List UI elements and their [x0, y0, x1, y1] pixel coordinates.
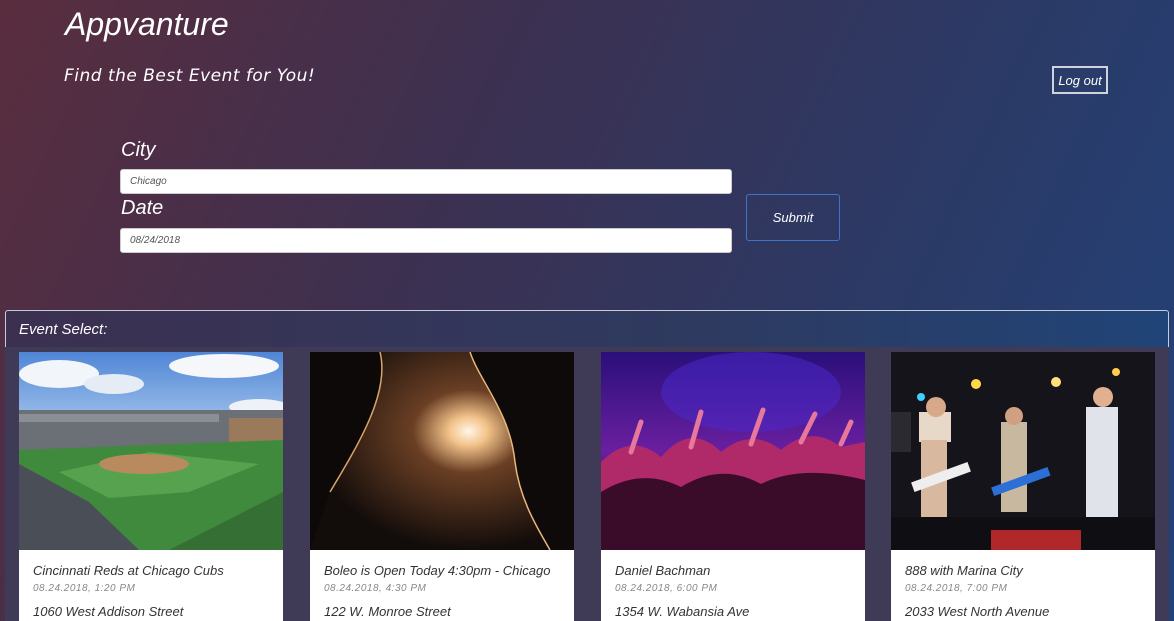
submit-button[interactable]: Submit [746, 194, 840, 241]
event-datetime: 08.24.2018, 4:30 PM [324, 583, 427, 594]
city-input[interactable] [120, 169, 732, 194]
event-datetime: 08.24.2018, 6:00 PM [615, 583, 718, 594]
city-label: City [121, 139, 156, 161]
event-image-baseball-stadium [19, 352, 283, 550]
event-address: 122 W. Monroe Street [324, 604, 451, 619]
event-card[interactable]: 888 with Marina City 08.24.2018, 7:00 PM… [891, 352, 1155, 621]
event-address: 1060 West Addison Street [33, 604, 184, 619]
event-card[interactable]: Cincinnati Reds at Chicago Cubs 08.24.20… [19, 352, 283, 621]
event-title[interactable]: Boleo is Open Today 4:30pm - Chicago [324, 563, 550, 578]
event-card[interactable]: Boleo is Open Today 4:30pm - Chicago 08.… [310, 352, 574, 621]
logout-button[interactable]: Log out [1052, 66, 1108, 94]
tagline: Find the Best Event for You! [64, 66, 316, 86]
event-title[interactable]: 888 with Marina City [905, 563, 1023, 578]
app-title: Appvanture [65, 6, 229, 42]
event-card[interactable]: Daniel Bachman 08.24.2018, 6:00 PM 1354 … [601, 352, 865, 621]
event-title[interactable]: Daniel Bachman [615, 563, 710, 578]
event-select-header: Event Select: [5, 310, 1169, 347]
event-image-backlit-silhouette [310, 352, 574, 550]
event-address: 1354 W. Wabansia Ave [615, 604, 750, 619]
event-image-band-on-stage [891, 352, 1155, 550]
date-label: Date [121, 197, 164, 219]
event-image-concert-crowd [601, 352, 865, 550]
event-select-label: Event Select: [19, 321, 108, 338]
event-datetime: 08.24.2018, 7:00 PM [905, 583, 1008, 594]
event-title[interactable]: Cincinnati Reds at Chicago Cubs [33, 563, 224, 578]
event-datetime: 08.24.2018, 1:20 PM [33, 583, 136, 594]
event-address: 2033 West North Avenue [905, 604, 1050, 619]
date-input[interactable] [120, 228, 732, 253]
